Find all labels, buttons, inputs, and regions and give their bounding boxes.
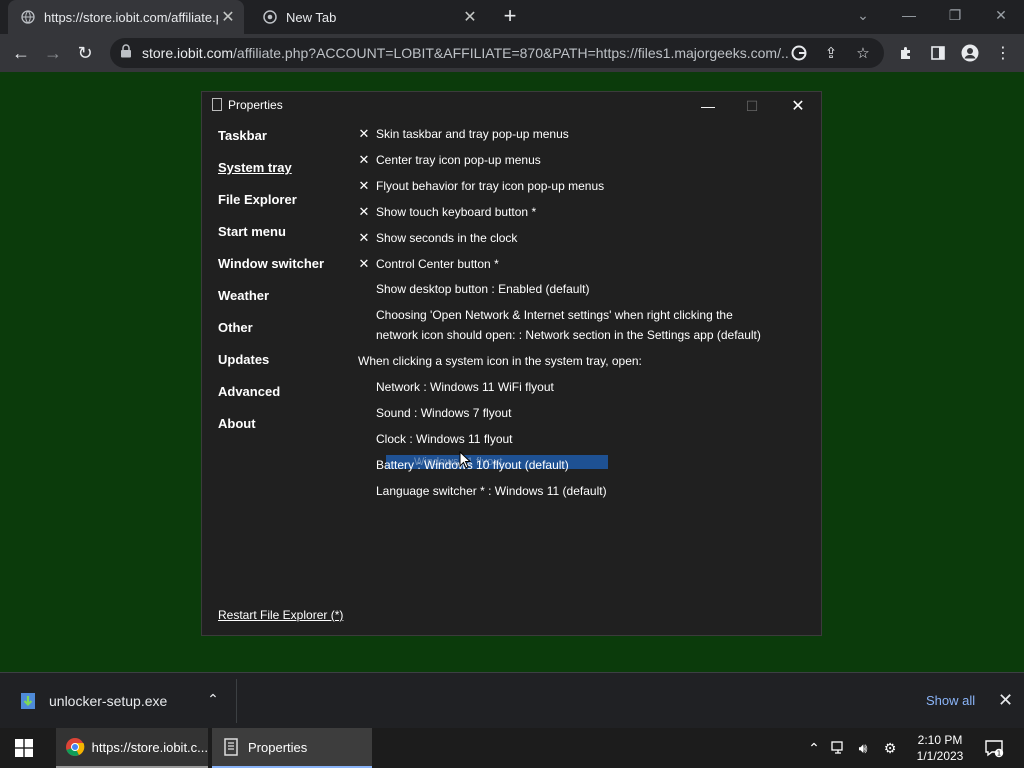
option-network-settings[interactable]: Choosing 'Open Network & Internet settin… — [358, 308, 733, 322]
nav-file-explorer[interactable]: File Explorer — [218, 192, 297, 207]
nav-taskbar[interactable]: Taskbar — [218, 128, 267, 143]
bookmark-star-icon[interactable]: ☆ — [852, 42, 874, 64]
taskbar-item-label: Properties — [248, 739, 308, 755]
volume-icon[interactable]: 🔊︎ — [853, 738, 873, 758]
option-center-tray[interactable]: ✕ Center tray icon pop-up menus — [358, 152, 541, 168]
section-heading: When clicking a system icon in the syste… — [358, 354, 642, 368]
app-icon — [220, 736, 242, 758]
nav-about[interactable]: About — [218, 416, 256, 431]
installer-file-icon[interactable] — [18, 691, 38, 711]
side-panel-icon[interactable] — [927, 42, 949, 64]
globe-icon — [20, 9, 36, 25]
clock-time: 2:10 PM — [917, 733, 963, 747]
windows-taskbar: https://store.iobit.c... Properties ⌃ 🔊︎… — [0, 728, 1024, 768]
window-title: Properties — [228, 98, 283, 112]
address-bar[interactable]: store.iobit.com/affiliate.php?ACCOUNT=LO… — [110, 38, 884, 68]
close-download-bar-icon[interactable]: ✕ — [998, 690, 1013, 711]
app-icon — [212, 98, 222, 111]
notification-count: 1 — [997, 750, 1001, 758]
lock-icon[interactable] — [120, 43, 134, 63]
option-show-desktop[interactable]: Show desktop button : Enabled (default) — [358, 282, 589, 296]
url-path: /affiliate.php?ACCOUNT=LOBIT&AFFILIATE=8… — [233, 45, 788, 61]
clock-date: 1/1/2023 — [916, 749, 964, 763]
taskbar-item-label: https://store.iobit.c... — [91, 739, 208, 755]
taskbar-chrome-button[interactable]: https://store.iobit.c... — [56, 728, 208, 768]
browser-toolbar: ← → ↻ store.iobit.com/affiliate.php?ACCO… — [0, 34, 1024, 72]
divider — [236, 679, 237, 723]
checked-x-icon: ✕ — [358, 178, 370, 193]
google-lens-icon[interactable] — [788, 42, 810, 64]
browser-tab-strip: https://store.iobit.com/affiliate.php?AC… — [0, 0, 1024, 34]
new-tab-plus-icon[interactable]: + — [498, 4, 522, 28]
option-skin-taskbar[interactable]: ✕ Skin taskbar and tray pop-up menus — [358, 126, 569, 142]
taskbar-properties-button[interactable]: Properties — [212, 728, 372, 768]
nav-updates[interactable]: Updates — [218, 352, 269, 367]
checked-x-icon: ✕ — [358, 256, 370, 271]
option-touch-keyboard[interactable]: ✕ Show touch keyboard button * — [358, 204, 537, 220]
address-bar-url[interactable]: store.iobit.com/affiliate.php?ACCOUNT=LO… — [142, 45, 788, 61]
chevron-up-icon[interactable]: ⌃ — [205, 691, 221, 708]
checked-x-icon: ✕ — [358, 152, 370, 167]
reload-icon[interactable]: ↻ — [74, 42, 96, 64]
nav-window-switcher[interactable]: Window switcher — [218, 256, 324, 271]
option-show-seconds[interactable]: ✕ Show seconds in the clock — [358, 230, 518, 246]
forward-arrow-icon[interactable]: → — [42, 42, 64, 64]
mouse-cursor-icon — [459, 451, 471, 469]
profile-avatar-icon[interactable] — [959, 42, 981, 64]
close-tab-icon[interactable]: ✕ — [460, 7, 480, 27]
close-icon[interactable]: ✕ — [776, 92, 820, 120]
chrome-icon — [262, 9, 278, 25]
back-arrow-icon[interactable]: ← — [10, 42, 32, 64]
browser-tab-new-tab[interactable]: New Tab ✕ — [250, 0, 486, 34]
nav-start-menu[interactable]: Start menu — [218, 224, 286, 239]
minimize-icon[interactable]: — — [686, 92, 730, 120]
nav-advanced[interactable]: Advanced — [218, 384, 280, 399]
browser-tab-title: New Tab — [286, 9, 337, 25]
network-icon[interactable] — [829, 738, 849, 758]
tab-search-chevron-icon[interactable]: ⌄ — [840, 0, 886, 30]
checked-x-icon: ✕ — [358, 230, 370, 245]
browser-tab-title: https://store.iobit.com/affiliate.php?AC… — [44, 9, 218, 25]
restart-file-explorer-link[interactable]: Restart File Explorer (*) — [218, 608, 343, 622]
windows-start-icon[interactable] — [0, 728, 48, 768]
close-window-icon[interactable]: ✕ — [978, 0, 1024, 30]
share-icon[interactable]: ⇪ — [820, 42, 842, 64]
tray-sound-option[interactable]: Sound : Windows 7 flyout — [358, 406, 511, 420]
option-network-settings-line2[interactable]: network icon should open: : Network sect… — [358, 328, 761, 342]
minimize-icon[interactable]: — — [886, 0, 932, 30]
notification-center-icon[interactable]: 1 — [984, 738, 1004, 758]
close-tab-icon[interactable]: ✕ — [218, 7, 238, 27]
checked-x-icon: ✕ — [358, 126, 370, 141]
show-all-downloads-link[interactable]: Show all — [926, 693, 975, 708]
checked-x-icon: ✕ — [358, 204, 370, 219]
gear-icon[interactable]: ⚙ — [880, 738, 900, 758]
tray-clock-option[interactable]: Clock : Windows 11 flyout — [358, 432, 513, 446]
nav-system-tray[interactable]: System tray — [218, 160, 292, 175]
url-host: store.iobit.com — [142, 45, 234, 61]
tray-language-option[interactable]: Language switcher * : Windows 11 (defaul… — [358, 484, 607, 498]
kebab-menu-icon[interactable]: ⋮ — [992, 42, 1014, 64]
tray-network-option[interactable]: Network : Windows 11 WiFi flyout — [358, 380, 554, 394]
browser-tab-iobit[interactable]: https://store.iobit.com/affiliate.php?AC… — [8, 0, 244, 34]
option-flyout-behavior[interactable]: ✕ Flyout behavior for tray icon pop-up me… — [358, 178, 605, 194]
option-control-center[interactable]: ✕ Control Center button * — [358, 256, 499, 272]
download-bar: unlocker-setup.exe ⌃ Show all ✕ — [0, 672, 1024, 728]
window-title-bar[interactable]: Properties — ☐ ✕ — [202, 92, 821, 120]
extensions-puzzle-icon[interactable] — [895, 42, 917, 64]
maximize-icon[interactable]: ☐ — [730, 92, 774, 120]
show-hidden-icons-chevron-icon[interactable]: ⌃ — [804, 738, 824, 758]
nav-weather[interactable]: Weather — [218, 288, 269, 303]
restore-icon[interactable]: ❐ — [932, 0, 978, 30]
nav-other[interactable]: Other — [218, 320, 253, 335]
properties-window: Properties — ☐ ✕ Taskbar System tray Fil… — [201, 91, 822, 636]
chrome-icon — [64, 736, 86, 758]
taskbar-clock[interactable]: 2:10 PM 1/1/2023 — [910, 732, 970, 764]
download-file-name[interactable]: unlocker-setup.exe — [49, 693, 167, 709]
